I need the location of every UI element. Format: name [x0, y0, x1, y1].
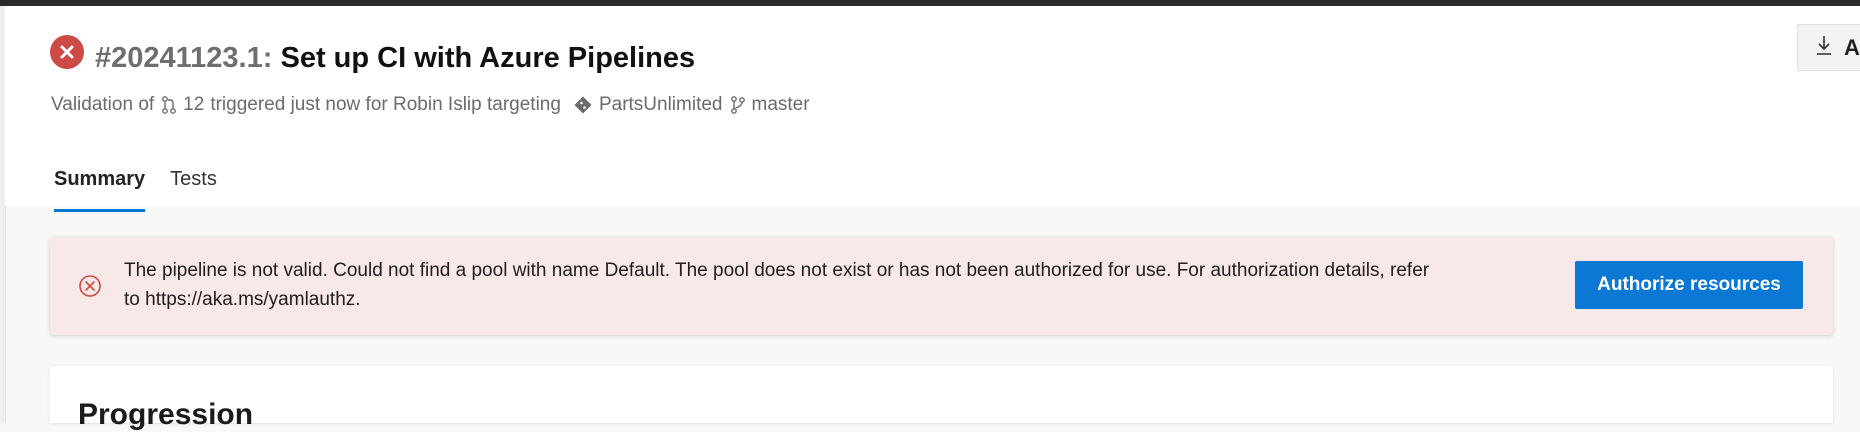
tab-tests[interactable]: Tests [170, 156, 217, 212]
run-id: #20241123.1 [95, 42, 263, 74]
progression-card: Progression [50, 366, 1833, 431]
failed-status-icon [50, 35, 84, 69]
progression-title: Progression [78, 398, 254, 431]
download-logs-button[interactable]: A [1797, 24, 1860, 71]
pipeline-name: Set up CI with Azure Pipelines [280, 42, 696, 74]
repository-icon [573, 95, 593, 115]
error-message: The pipeline is not valid. Could not fin… [124, 260, 1430, 310]
run-tabs: Summary Tests [54, 156, 242, 212]
subtitle-prefix: Validation of [51, 94, 155, 115]
branch-icon [730, 95, 746, 115]
pull-request-link[interactable]: 12 [183, 92, 204, 118]
error-banner: The pipeline is not valid. Could not fin… [50, 237, 1833, 335]
download-icon [1816, 34, 1832, 62]
error-circle-icon [78, 274, 102, 298]
pull-request-icon [161, 95, 177, 115]
tab-summary[interactable]: Summary [54, 156, 146, 212]
trigger-text: triggered just now for Robin Islip targe… [210, 94, 561, 115]
authorize-resources-button[interactable]: Authorize resources [1575, 261, 1803, 309]
repository-link[interactable]: PartsUnlimited [599, 92, 723, 118]
branch-link[interactable]: master [752, 92, 810, 118]
title-separator: : [262, 42, 273, 74]
download-logs-label: A [1844, 34, 1860, 60]
page-title: #20241123.1: Set up CI with Azure Pipeli… [95, 38, 695, 78]
run-subtitle: Validation of 12 triggered just now for … [51, 92, 810, 118]
run-header: #20241123.1: Set up CI with Azure Pipeli… [5, 6, 1860, 212]
